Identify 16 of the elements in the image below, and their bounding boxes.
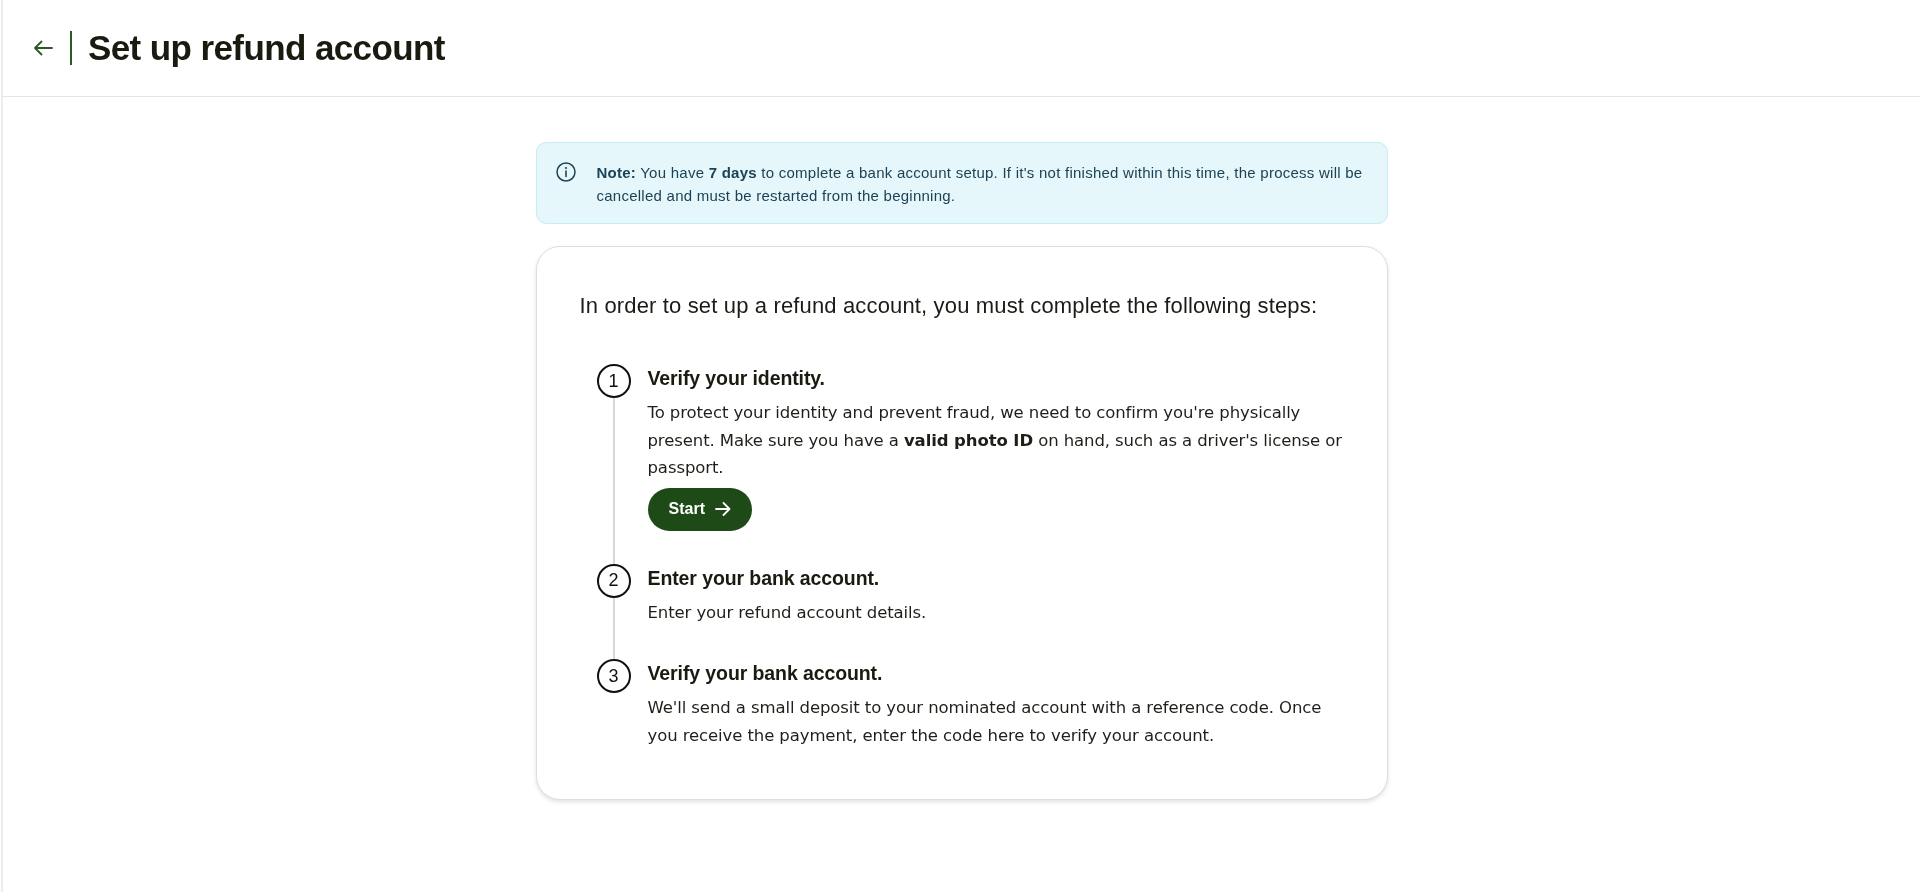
- step-title: Verify your bank account.: [647, 661, 884, 686]
- note-text: Note: You have 7 days to complete a bank account setup. If it's not finished within this time, the process will be cancelled and must be restarted from the beginning.: [596, 163, 1363, 206]
- step-number: 1: [596, 364, 631, 398]
- start-button[interactable]: Start: [647, 487, 752, 531]
- arrow-right-icon: [714, 502, 731, 516]
- back-arrow-icon: [33, 40, 53, 56]
- step-title: Verify your identity.: [647, 366, 826, 391]
- step-description: Enter your refund account details.: [647, 601, 928, 624]
- step-number: 3: [596, 659, 631, 693]
- step-description: To protect your identity and prevent fraud, we need to confirm you're physically present. Make sure you have a valid photo ID on hand, such as a driver's license or passport.: [647, 402, 1343, 479]
- step-number: 2: [596, 563, 631, 598]
- step-description: We'll send a small deposit to your nominated account with a reference code. Once you receive the payment, enter the code here to verify your account.: [647, 697, 1323, 747]
- page-title: Set up refund account: [88, 27, 445, 69]
- step-title: Enter your bank account.: [647, 565, 881, 591]
- intro-text: In order to set up a refund account, you must complete the following steps:: [579, 292, 1319, 320]
- info-icon: [555, 162, 576, 182]
